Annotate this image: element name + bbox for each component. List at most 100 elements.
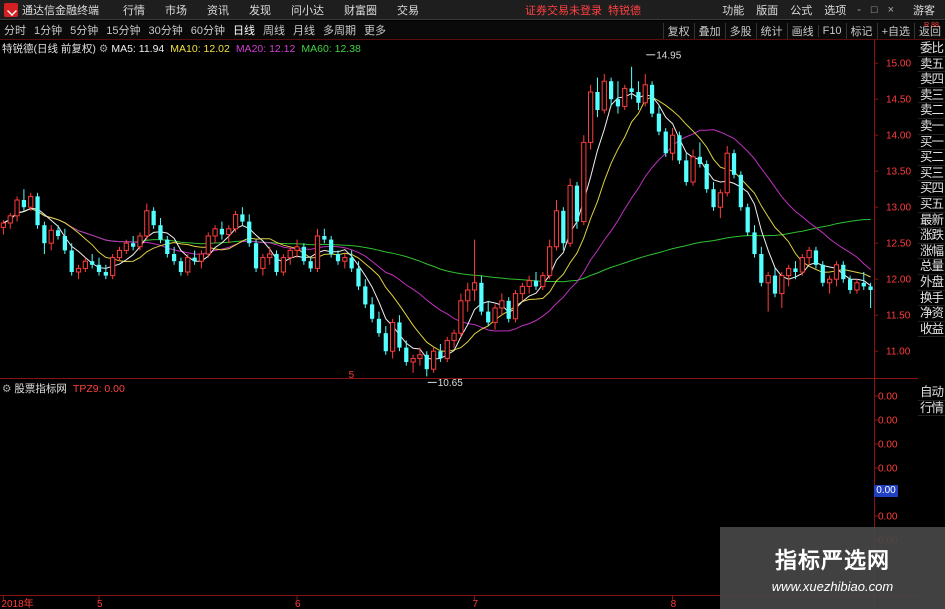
indicator-name[interactable]: 股票指标网: [14, 381, 67, 396]
f10-button[interactable]: F10: [817, 24, 846, 37]
current-stock-name: 特锐德: [608, 4, 641, 17]
candle-body-72: [492, 307, 498, 323]
sidebar-tab-8[interactable]: 买三: [918, 166, 945, 182]
candle-body-32: [219, 228, 225, 235]
candle-body-77: [526, 280, 532, 287]
period-multi[interactable]: 多周期: [319, 22, 360, 38]
candle-body-76: [519, 285, 525, 295]
candle-body-29: [198, 253, 205, 262]
candle-body-68: [465, 289, 471, 302]
sidebar-tab-0[interactable]: 委比: [918, 41, 945, 57]
watermark: 指标严选网 www.xuezhibiao.com: [720, 527, 945, 609]
candle-body-24: [165, 239, 170, 254]
chart-stock-title: 特锐德(日线 前复权): [2, 43, 96, 55]
candle-body-104: [711, 189, 716, 208]
sidebar-tab-15[interactable]: 外盘: [918, 275, 945, 291]
sidebar-tab-7[interactable]: 买二: [918, 150, 945, 166]
sidebar-tab-5[interactable]: 卖一: [918, 119, 945, 135]
period-intraday[interactable]: 分时: [0, 22, 30, 38]
menu-formula[interactable]: 公式: [784, 2, 818, 18]
watermark-title: 指标严选网: [774, 547, 890, 573]
candle-16: [110, 254, 116, 280]
candle-body-109: [745, 207, 750, 233]
period-daily[interactable]: 日线: [229, 22, 259, 38]
menu-market[interactable]: 市场: [155, 2, 197, 18]
date-tick-label-2: 6: [295, 599, 301, 609]
sidebar-tab-6[interactable]: 买一: [918, 135, 945, 151]
period-60min[interactable]: 60分钟: [187, 22, 229, 38]
candle-95: [649, 81, 655, 118]
candle-body-127: [868, 286, 873, 290]
candle-body-40: [274, 254, 279, 272]
candle-body-84: [574, 185, 580, 222]
candle-body-57: [390, 321, 396, 352]
period-monthly[interactable]: 月线: [289, 22, 319, 38]
sidebar-tab-4[interactable]: 卖二: [918, 103, 945, 119]
draw-line-button[interactable]: 画线: [786, 22, 818, 39]
period-30min[interactable]: 30分钟: [145, 22, 187, 38]
candle-41: [280, 254, 286, 276]
sidebar-tab-13[interactable]: 涨幅: [918, 244, 945, 260]
menu-ask-xiaoda[interactable]: 问小达: [281, 2, 334, 18]
app-title: 通达信金融终端: [22, 4, 99, 17]
candle-body-37: [253, 243, 259, 269]
candle-body-13: [90, 261, 95, 265]
sidebar-tab-10[interactable]: 买五: [918, 197, 945, 213]
candle-body-115: [786, 267, 792, 277]
candle-body-14: [96, 264, 102, 272]
trade-login-status[interactable]: 证券交易未登录: [525, 2, 602, 18]
gear-icon[interactable]: ⚙: [99, 43, 108, 55]
sidebar-tab-18[interactable]: 收益: [918, 322, 945, 338]
candle-108: [738, 171, 743, 211]
menu-discover[interactable]: 发现: [239, 2, 281, 18]
menu-wealth-circle[interactable]: 财富圈: [334, 2, 387, 18]
period-weekly[interactable]: 周线: [259, 22, 289, 38]
guest-user[interactable]: 游客: [899, 2, 945, 18]
sidebar-tab-12[interactable]: 涨跌: [918, 228, 945, 244]
candle-body-82: [561, 210, 566, 244]
sidebar-tab-2[interactable]: 卖四: [918, 72, 945, 88]
candle-body-86: [588, 91, 594, 143]
period-more[interactable]: 更多: [360, 22, 390, 38]
sidebar-tab-1[interactable]: 卖五: [918, 57, 945, 73]
period-5min[interactable]: 5分钟: [66, 22, 102, 38]
menu-quotes[interactable]: 行情: [113, 2, 155, 18]
candle-65: [444, 336, 450, 362]
indicator-tick-label-1: 0.00: [878, 416, 898, 427]
sidebar-bottom-tab-0[interactable]: 自动: [918, 385, 945, 401]
menu-functions[interactable]: 功能: [716, 2, 750, 18]
candle-body-100: [684, 160, 689, 182]
candle-body-36: [247, 221, 252, 244]
add-watchlist-button[interactable]: +自选: [876, 22, 914, 39]
candle-body-103: [704, 164, 709, 190]
sidebar-tab-3[interactable]: 卖三: [918, 88, 945, 104]
sidebar-tab-16[interactable]: 换手: [918, 291, 945, 307]
period-15min[interactable]: 15分钟: [102, 22, 144, 38]
menu-news[interactable]: 资讯: [197, 2, 239, 18]
menu-trade[interactable]: 交易: [387, 2, 429, 18]
maximize-icon[interactable]: □: [866, 4, 883, 16]
sidebar-bottom-tab-1[interactable]: 行情: [918, 401, 945, 417]
menu-layout[interactable]: 版面: [750, 2, 784, 18]
period-1min[interactable]: 1分钟: [30, 22, 66, 38]
multi-stock-button[interactable]: 多股: [724, 22, 756, 39]
mark-button[interactable]: 标记: [845, 22, 877, 39]
sidebar-tab-14[interactable]: 总量: [918, 259, 945, 275]
chart-tool-buttons: 复权 叠加 多股 统计 画线 F10 标记 +自选 返回: [662, 21, 945, 40]
overlay-button[interactable]: 叠加: [693, 22, 725, 39]
menu-options[interactable]: 选项: [818, 2, 852, 18]
statistics-button[interactable]: 统计: [755, 22, 787, 39]
minimize-icon[interactable]: -: [852, 4, 866, 16]
candle-body-41: [280, 257, 286, 273]
settings-icon[interactable]: ⚙: [2, 383, 11, 395]
sidebar-tab-9[interactable]: 买四: [918, 181, 945, 197]
candle-30: [205, 232, 211, 258]
sidebar-tab-11[interactable]: 最新: [918, 213, 945, 229]
candle-body-99: [677, 135, 682, 161]
kline-chart[interactable]: 15.00 14.50 14.00 13.50 13.00 12.50 12.00 11.50…: [0, 40, 918, 609]
sidebar-tab-17[interactable]: 净资: [918, 306, 945, 322]
adjust-button[interactable]: 复权: [662, 22, 694, 39]
close-icon[interactable]: ×: [883, 4, 899, 16]
candle-body-116: [793, 268, 798, 272]
candle-body-97: [663, 131, 668, 154]
